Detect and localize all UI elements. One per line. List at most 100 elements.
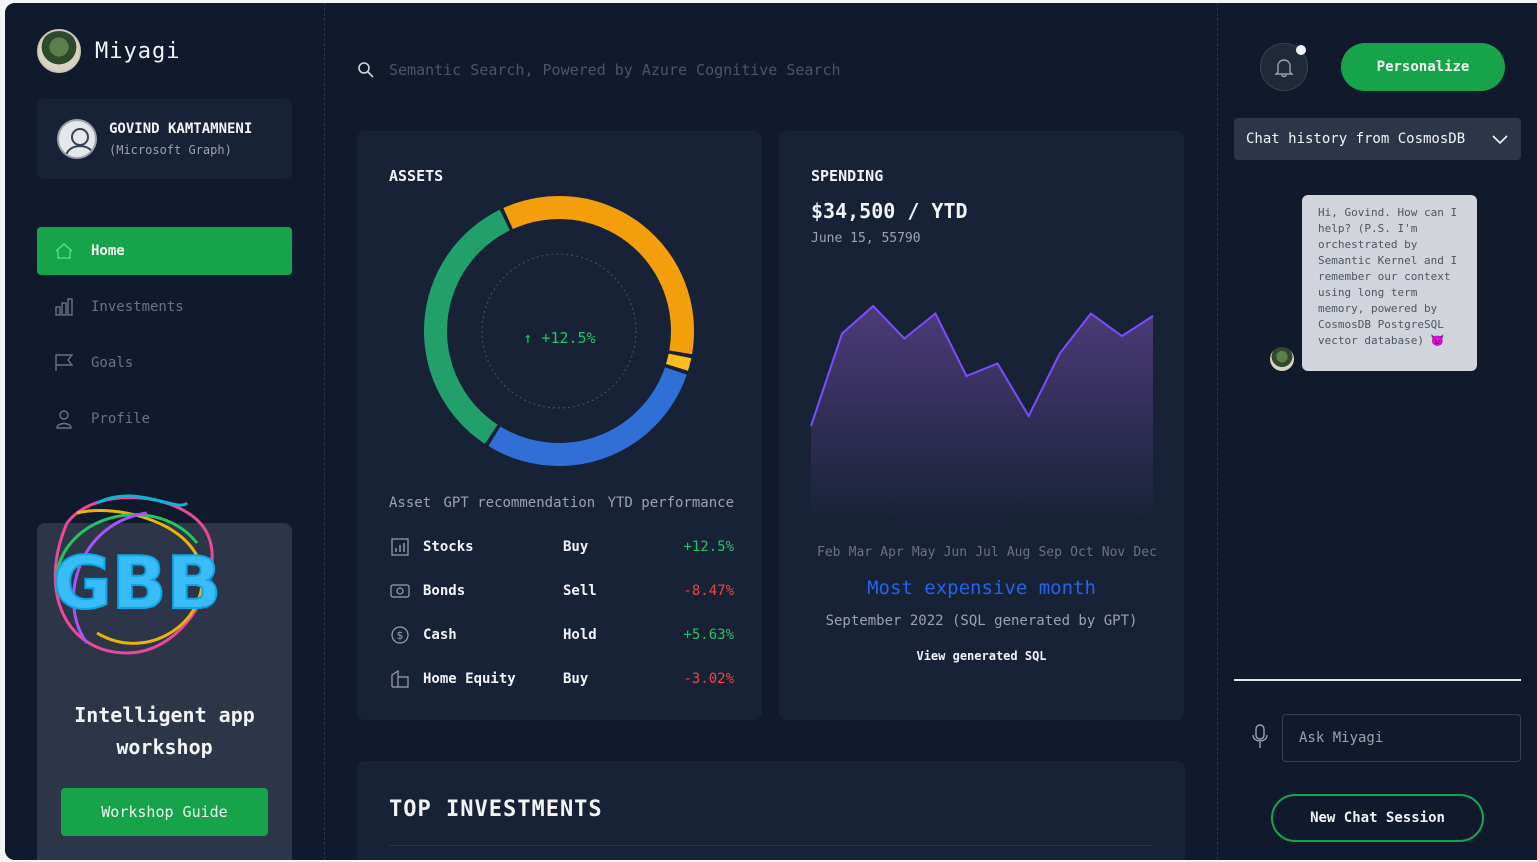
flag-icon [53, 352, 75, 374]
view-sql-link[interactable]: View generated SQL [779, 649, 1184, 663]
header-gpt: GPT recommendation [443, 495, 596, 511]
top-investments-title: TOP INVESTMENTS [389, 797, 603, 822]
most-expensive-subtitle: September 2022 (SQL generated by GPT) [825, 613, 1138, 629]
user-card[interactable]: GOVIND KAMTAMNENI (Microsoft Graph) [37, 99, 292, 179]
brand-name: Miyagi [95, 38, 181, 64]
spending-date: June 15, 55790 [811, 231, 921, 246]
spending-area [811, 306, 1153, 521]
spending-month-axis: Feb Mar Apr May Jun Jul Aug Sep Oct Nov Dec [817, 545, 1157, 560]
spending-title: SPENDING [811, 167, 884, 185]
user-name: GOVIND KAMTAMNENI [109, 121, 253, 137]
main-nav: Home Investments Goals Profile [37, 227, 292, 451]
most-expensive-title: Most expensive month [867, 577, 1096, 599]
month-tick-label: Nov [1101, 545, 1126, 560]
spending-amount: $34,500 / YTD [811, 199, 968, 223]
asset-row-stocks[interactable]: Stocks Buy +12.5% [389, 535, 734, 559]
nav-label-goals: Goals [91, 355, 134, 371]
promo-title-line2: workshop [116, 735, 213, 759]
assets-title: ASSETS [389, 167, 444, 185]
donut-center-label: ↑ +12.5% [523, 329, 596, 347]
asset-name: Stocks [423, 539, 474, 555]
home-icon [53, 240, 75, 262]
nav-item-home[interactable]: Home [37, 227, 292, 275]
month-tick-label: Mar [848, 545, 873, 560]
month-tick-label: Sep [1038, 545, 1062, 560]
nav-label-profile: Profile [91, 411, 151, 427]
gbb-logo-icon: GBB [52, 494, 222, 655]
asset-rec: Buy [563, 539, 589, 555]
asset-rec: Buy [563, 671, 589, 687]
promo-title-line1: Intelligent app [74, 703, 255, 727]
app-window: Miyagi GOVIND KAMTAMNENI (Microsoft Grap… [5, 3, 1537, 860]
main-content: Semantic Search, Powered by Azure Cognit… [325, 3, 1218, 860]
home-equity-icon [389, 668, 411, 690]
asset-table-header: Asset GPT recommendation YTD performance [389, 495, 734, 511]
svg-text:$: $ [397, 629, 404, 642]
nav-item-goals[interactable]: Goals [37, 339, 292, 387]
month-tick-label: Oct [1070, 545, 1094, 560]
semantic-search[interactable]: Semantic Search, Powered by Azure Cognit… [357, 55, 1177, 85]
search-icon [358, 62, 374, 78]
asset-rec: Sell [563, 583, 597, 599]
workshop-guide-button[interactable]: Workshop Guide [61, 788, 268, 836]
spending-area-chart [810, 304, 1154, 521]
gbb-logo-text: GBB [53, 541, 222, 625]
personalize-button[interactable]: Personalize [1341, 43, 1505, 91]
nav-item-investments[interactable]: Investments [37, 283, 292, 331]
bonsai-logo-icon [37, 29, 81, 73]
chat-panel: Personalize Chat history from CosmosDB H… [1218, 3, 1537, 860]
asset-perf: +12.5% [683, 539, 734, 555]
asset-perf: -3.02% [683, 671, 734, 687]
donut-segment[interactable] [666, 353, 692, 371]
asset-perf: +5.63% [683, 627, 734, 643]
donut-segment[interactable] [488, 367, 687, 467]
month-tick-label: Aug [1006, 545, 1031, 560]
asset-name: Home Equity [423, 671, 516, 687]
stocks-icon [389, 536, 411, 558]
promo-title: Intelligent app workshop [37, 699, 292, 763]
user-icon [53, 408, 75, 430]
asset-row-home-equity[interactable]: Home Equity Buy -3.02% [389, 667, 734, 691]
top-investments-card: TOP INVESTMENTS [357, 761, 1185, 860]
assistant-avatar-icon [1270, 347, 1294, 371]
month-tick-label: Apr [880, 545, 904, 560]
user-avatar-icon [57, 119, 97, 159]
nav-label-investments: Investments [91, 299, 184, 315]
ask-miyagi-input[interactable]: Ask Miyagi [1282, 714, 1521, 762]
month-tick-label: Feb [817, 545, 841, 560]
user-source: (Microsoft Graph) [109, 143, 232, 157]
asset-perf: -8.47% [683, 583, 734, 599]
new-chat-session-button[interactable]: New Chat Session [1271, 794, 1484, 842]
asset-row-cash[interactable]: $ Cash Hold +5.63% [389, 623, 734, 647]
asset-name: Cash [423, 627, 457, 643]
divider [389, 845, 1153, 846]
bar-chart-icon [53, 296, 75, 318]
bell-icon [1274, 59, 1294, 78]
spending-card: SPENDING $34,500 / YTD June 15, 55790 Fe… [779, 131, 1184, 720]
header-ytd: YTD performance [607, 495, 734, 511]
chevron-down-icon [1492, 135, 1508, 145]
nav-item-profile[interactable]: Profile [37, 395, 292, 443]
cash-icon: $ [389, 624, 411, 646]
month-tick-label: Jul [975, 545, 999, 560]
chat-divider [1234, 679, 1521, 681]
donut-segment[interactable] [424, 209, 510, 444]
bonds-icon [389, 580, 411, 602]
chat-history-dropdown[interactable]: Chat history from CosmosDB [1234, 118, 1521, 160]
chat-history-label: Chat history from CosmosDB [1246, 131, 1466, 147]
asset-name: Bonds [423, 583, 466, 599]
sidebar: Miyagi GOVIND KAMTAMNENI (Microsoft Grap… [5, 3, 325, 860]
header-asset: Asset [389, 495, 432, 511]
microphone-icon[interactable] [1250, 723, 1270, 751]
asset-row-bonds[interactable]: Bonds Sell -8.47% [389, 579, 734, 603]
month-tick-label: Jun [943, 545, 968, 560]
notification-dot [1296, 45, 1306, 55]
assets-card: ASSETS ↑ +12.5% Asset GPT recommendation… [357, 131, 762, 720]
brand[interactable]: Miyagi [37, 29, 180, 73]
assistant-message: Hi, Govind. How can I help? (P.S. I'm or… [1302, 195, 1477, 371]
month-tick-label: Dec [1133, 545, 1157, 560]
month-tick-label: May [911, 545, 936, 560]
asset-rec: Hold [563, 627, 597, 643]
search-input[interactable]: Semantic Search, Powered by Azure Cognit… [389, 61, 841, 79]
nav-label-home: Home [91, 243, 125, 259]
